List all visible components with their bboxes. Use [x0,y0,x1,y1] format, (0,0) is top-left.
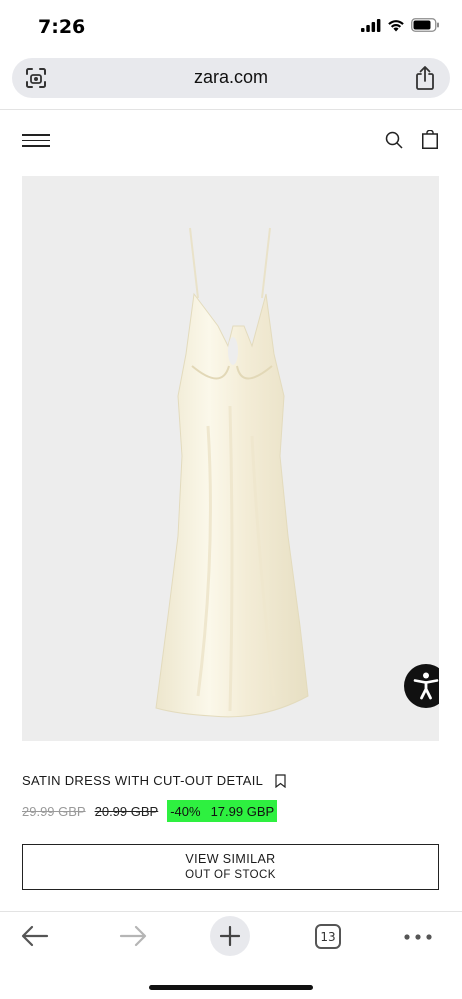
browser-divider [0,109,462,110]
status-icons [361,18,440,32]
shopping-bag-icon[interactable] [422,130,438,149]
sale-price-badge: -40% 17.99 GBP [167,800,278,822]
original-price: 29.99 GBP [22,803,86,819]
back-arrow-icon[interactable] [20,924,50,948]
view-similar-button[interactable]: VIEW SIMILAR OUT OF STOCK [22,844,439,890]
bookmark-icon[interactable] [275,773,286,788]
home-indicator [149,985,313,990]
new-tab-button[interactable] [210,916,250,956]
discount-percent: -40% [170,803,201,819]
address-bar[interactable]: zara.com [12,58,450,98]
view-similar-label: VIEW SIMILAR [185,852,276,866]
tab-switcher-button[interactable]: 13 [315,924,341,949]
share-icon[interactable] [414,65,436,91]
more-options-icon[interactable] [404,934,432,940]
accessibility-icon [413,672,439,700]
hamburger-icon[interactable] [22,134,50,148]
url-text[interactable]: zara.com [12,67,450,88]
forward-arrow-icon[interactable] [118,924,148,948]
dress-image [155,227,309,718]
search-icon[interactable] [385,131,403,149]
status-time: 7:26 [38,16,86,38]
product-image[interactable] [22,176,439,741]
sale-price: 17.99 GBP [210,803,275,819]
previous-price: 20.99 GBP [94,803,159,819]
product-name-row: SATIN DRESS WITH CUT-OUT DETAIL [22,773,286,788]
plus-icon [220,926,240,946]
product-name: SATIN DRESS WITH CUT-OUT DETAIL [22,773,264,788]
wifi-icon [388,19,404,31]
stock-status: OUT OF STOCK [185,869,276,881]
browser-toolbar: 13 [0,911,462,999]
battery-icon [411,18,439,32]
price-row: 29.99 GBP 20.99 GBP -40% 17.99 GBP [22,800,278,822]
signal-icon [361,18,381,32]
tab-count: 13 [320,929,336,944]
status-bar: 7:26 [0,0,462,54]
